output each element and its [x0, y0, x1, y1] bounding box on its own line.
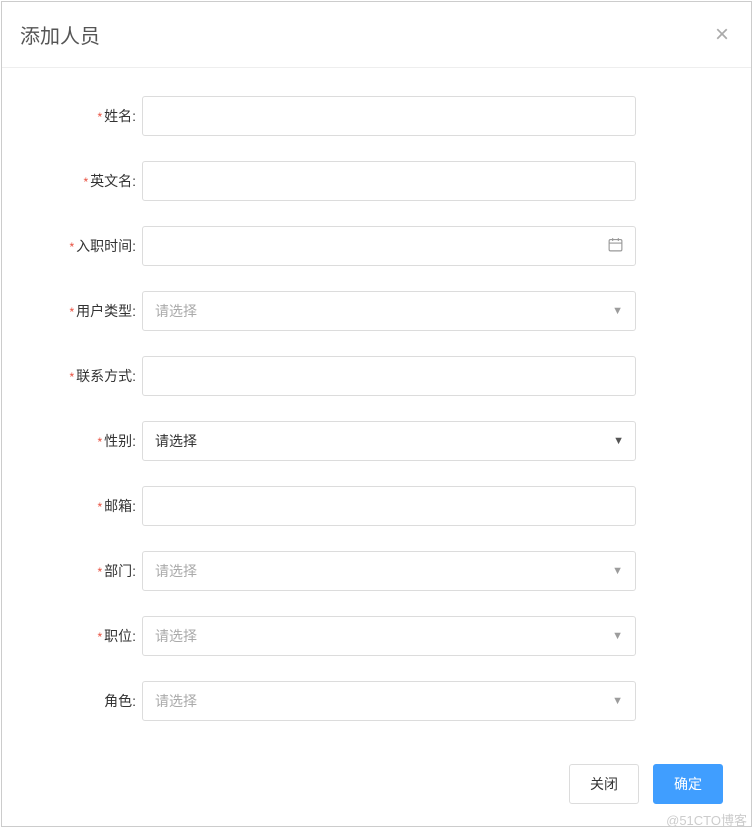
close-button[interactable]: 关闭 [569, 764, 639, 804]
user-type-select[interactable]: 请选择 ▼ [142, 291, 636, 331]
confirm-button[interactable]: 确定 [653, 764, 723, 804]
label-english-name: *英文名: [22, 171, 142, 191]
chevron-down-icon: ▼ [612, 305, 623, 317]
label-role: 角色: [22, 691, 142, 711]
row-contact: *联系方式: [22, 356, 731, 396]
select-placeholder: 请选择 [155, 626, 197, 646]
label-contact: *联系方式: [22, 366, 142, 386]
modal-body: *姓名: *英文名: *入职时间: *用户类型: 请选择 ▼ [2, 68, 751, 756]
row-role: 角色: 请选择 ▼ [22, 681, 731, 721]
required-star: * [69, 240, 74, 254]
chevron-down-icon: ▼ [612, 695, 623, 707]
required-star: * [97, 500, 102, 514]
label-name: *姓名: [22, 106, 142, 126]
required-star: * [69, 305, 74, 319]
watermark: @51CTO博客 [666, 810, 747, 829]
name-input[interactable] [142, 96, 636, 136]
contact-input[interactable] [142, 356, 636, 396]
select-placeholder: 请选择 [155, 691, 197, 711]
close-icon[interactable]: × [715, 23, 729, 47]
gender-select[interactable]: 请选择 [142, 421, 636, 461]
modal-footer: 关闭 确定 [2, 756, 751, 826]
modal-title: 添加人员 [20, 20, 100, 49]
select-placeholder: 请选择 [155, 561, 197, 581]
label-user-type: *用户类型: [22, 301, 142, 321]
row-email: *邮箱: [22, 486, 731, 526]
row-gender: *性别: 请选择 ▼ [22, 421, 731, 461]
required-star: * [83, 175, 88, 189]
row-department: *部门: 请选择 ▼ [22, 551, 731, 591]
required-star: * [69, 370, 74, 384]
row-join-date: *入职时间: [22, 226, 731, 266]
required-star: * [97, 435, 102, 449]
label-position: *职位: [22, 626, 142, 646]
modal-header: 添加人员 × [2, 2, 751, 68]
add-person-modal: 添加人员 × *姓名: *英文名: *入职时间: *用户类型: 请选择 [1, 1, 752, 827]
label-department: *部门: [22, 561, 142, 581]
email-input[interactable] [142, 486, 636, 526]
label-gender: *性别: [22, 431, 142, 451]
label-join-date: *入职时间: [22, 236, 142, 256]
row-name: *姓名: [22, 96, 731, 136]
required-star: * [97, 565, 102, 579]
position-select[interactable]: 请选择 ▼ [142, 616, 636, 656]
chevron-down-icon: ▼ [612, 565, 623, 577]
english-name-input[interactable] [142, 161, 636, 201]
required-star: * [97, 630, 102, 644]
role-select[interactable]: 请选择 ▼ [142, 681, 636, 721]
row-position: *职位: 请选择 ▼ [22, 616, 731, 656]
select-placeholder: 请选择 [155, 301, 197, 321]
row-english-name: *英文名: [22, 161, 731, 201]
required-star: * [97, 110, 102, 124]
join-date-input[interactable] [142, 226, 636, 266]
label-email: *邮箱: [22, 496, 142, 516]
row-user-type: *用户类型: 请选择 ▼ [22, 291, 731, 331]
chevron-down-icon: ▼ [612, 630, 623, 642]
department-select[interactable]: 请选择 ▼ [142, 551, 636, 591]
